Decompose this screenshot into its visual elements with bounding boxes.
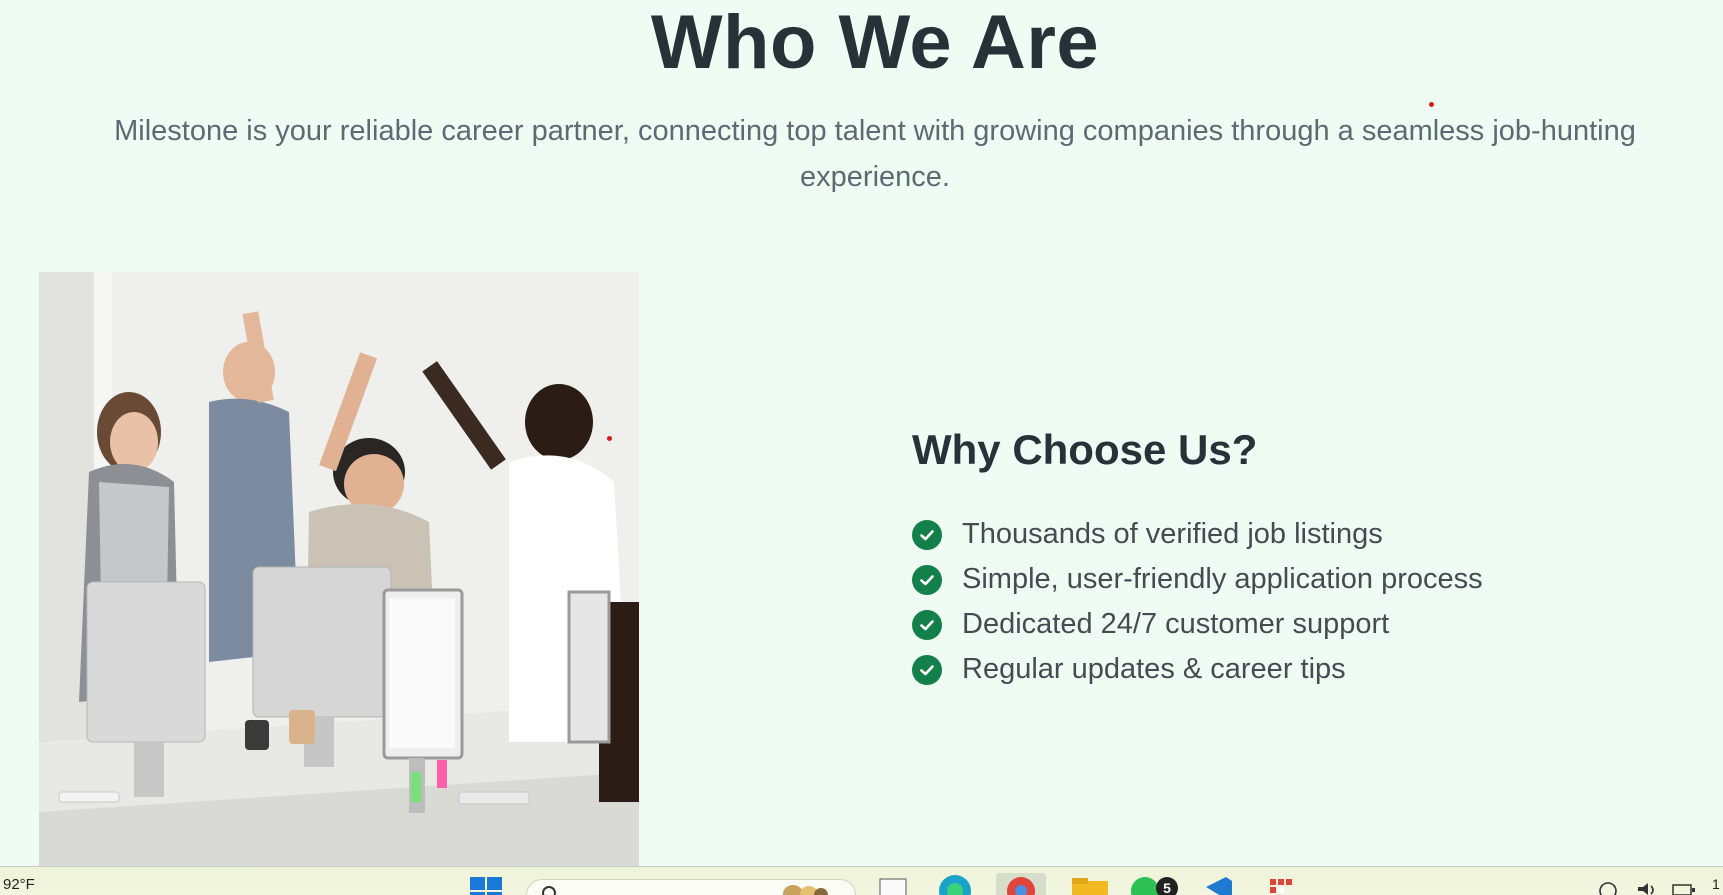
page-title: Who We Are <box>650 0 1100 85</box>
intro-text: Milestone is your reliable career partne… <box>114 115 1636 193</box>
office-team-image <box>39 272 639 866</box>
search-highlight-icon <box>783 885 828 895</box>
feature-list: Thousands of verified job listings Simpl… <box>912 512 1672 692</box>
search-icon <box>542 886 556 895</box>
check-icon <box>912 519 942 550</box>
taskbar-search-box[interactable] <box>526 879 856 895</box>
list-item-text: Regular updates & career tips <box>962 653 1346 685</box>
windows-start-icon[interactable] <box>470 875 504 895</box>
app-grid-icon[interactable] <box>1268 875 1294 895</box>
check-icon <box>912 654 942 685</box>
list-item: Simple, user-friendly application proces… <box>912 557 1672 602</box>
page: Who We Are Milestone is your reliable ca… <box>0 0 1723 895</box>
battery-icon[interactable] <box>1672 883 1696 895</box>
edge-browser-icon[interactable] <box>937 875 973 895</box>
list-item-text: Dedicated 24/7 customer support <box>962 608 1390 640</box>
red-dot-marker-2 <box>607 436 612 441</box>
list-item-text: Simple, user-friendly application proces… <box>962 563 1483 595</box>
list-item: Regular updates & career tips <box>912 647 1672 692</box>
notification-badge: 5 <box>1156 877 1178 895</box>
team-photo <box>39 272 639 866</box>
tray-help-icon[interactable] <box>1598 881 1618 895</box>
volume-icon[interactable] <box>1636 881 1662 895</box>
windows-taskbar: 92°F 5 1 <box>0 866 1723 895</box>
chrome-browser-icon[interactable] <box>996 873 1046 895</box>
list-item-text: Thousands of verified job listings <box>962 518 1383 550</box>
vscode-icon[interactable] <box>1200 875 1236 895</box>
check-icon <box>912 609 942 640</box>
list-item: Thousands of verified job listings <box>912 512 1672 557</box>
list-item: Dedicated 24/7 customer support <box>912 602 1672 647</box>
weather-widget[interactable]: 92°F <box>3 876 35 893</box>
check-icon <box>912 564 942 595</box>
red-dot-marker <box>1429 102 1434 107</box>
why-choose-us: Why Choose Us? Thousands of verified job… <box>912 420 1672 692</box>
task-view-icon[interactable] <box>878 875 908 895</box>
tray-clock-text[interactable]: 1 <box>1712 876 1720 892</box>
file-explorer-icon[interactable] <box>1070 875 1110 895</box>
why-title: Why Choose Us? <box>912 426 1258 473</box>
